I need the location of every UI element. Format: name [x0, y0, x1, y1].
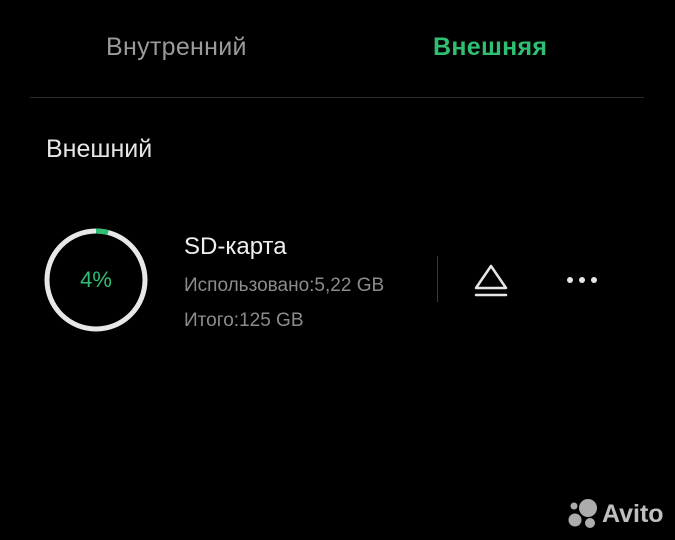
storage-name[interactable]: SD-карта — [184, 231, 287, 263]
usage-ring: 4% — [43, 227, 149, 333]
eject-icon — [474, 264, 508, 297]
tab-internal[interactable]: Внутренний — [106, 30, 247, 64]
storage-tabs: Внутренний Внешняя — [30, 0, 644, 98]
usage-percent: 4% — [80, 267, 112, 292]
vertical-divider — [437, 256, 438, 302]
storage-screen: Внутренний Внешняя Внешний 4% SD-карта И… — [0, 0, 675, 540]
more-horizontal-icon — [567, 277, 597, 283]
storage-total: Итого:125 GB — [184, 310, 304, 331]
tab-external[interactable]: Внешняя — [433, 30, 547, 64]
eject-button[interactable] — [468, 258, 514, 304]
storage-used: Использовано:5,22 GB — [184, 275, 385, 296]
avito-logo-icon — [568, 499, 597, 528]
avito-watermark: Avito — [566, 496, 666, 532]
section-title: Внешний — [46, 135, 153, 163]
avito-watermark-text: Avito — [602, 500, 664, 528]
more-options-button[interactable] — [560, 258, 606, 304]
